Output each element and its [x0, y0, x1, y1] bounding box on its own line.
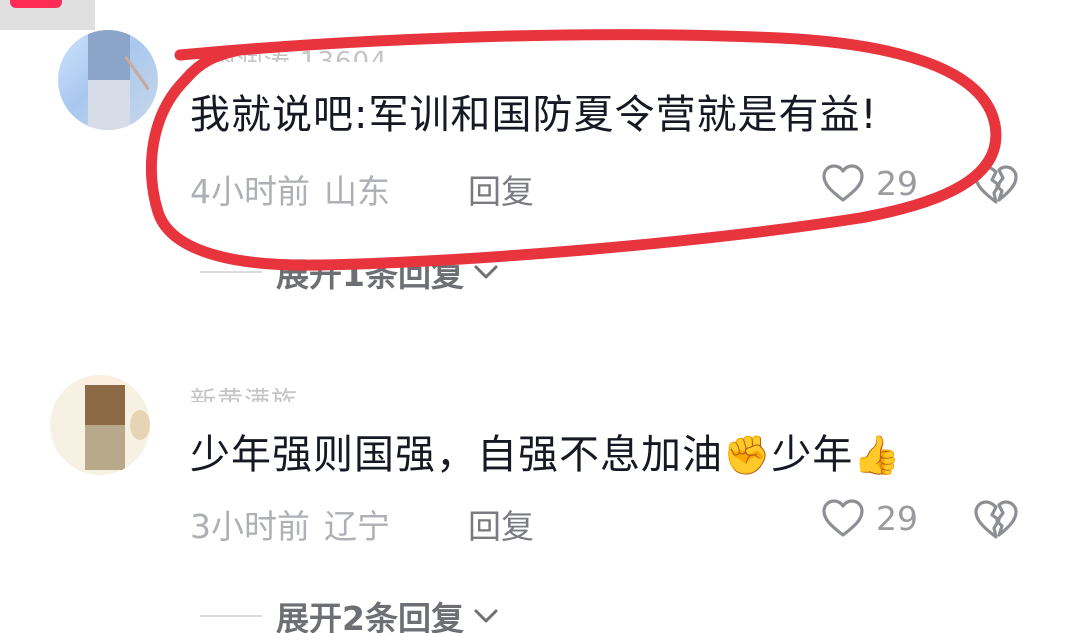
avatar-mosaic — [85, 425, 125, 470]
dislike-button[interactable] — [972, 162, 1020, 210]
chevron-down-icon — [474, 265, 498, 279]
heart-outline-icon — [822, 499, 864, 537]
comment-text-part: 少年 — [771, 432, 854, 478]
expand-replies-label: 展开1条回复 — [276, 255, 464, 294]
fist-emoji: ✊ — [723, 433, 772, 477]
heart-outline-icon — [822, 164, 864, 202]
avatar-mosaic — [85, 385, 125, 425]
comment-item: -·雨润涛 13604 我就说吧:军训和国防夏令营就是有益! 4小时前 山东 回复… — [0, 0, 1080, 320]
divider-line — [200, 271, 262, 273]
chevron-down-icon — [474, 609, 498, 623]
avatar-flower — [130, 410, 150, 440]
expand-replies-button[interactable]: 展开1条回复 — [200, 248, 500, 296]
expand-replies-label: 展开2条回复 — [276, 599, 464, 633]
comment-meta: 3小时前 辽宁 — [190, 500, 390, 548]
avatar-mosaic — [88, 30, 130, 80]
comment-location: 辽宁 — [324, 507, 390, 546]
comment-time: 3小时前 — [190, 507, 310, 546]
comment-location: 山东 — [324, 172, 390, 211]
comment-list: -·雨润涛 13604 我就说吧:军训和国防夏令营就是有益! 4小时前 山东 回复… — [0, 0, 1080, 633]
comment-text[interactable]: 我就说吧:军训和国防夏令营就是有益! — [190, 82, 878, 140]
avatar[interactable] — [58, 30, 158, 130]
thumbs-up-emoji: 👍 — [853, 433, 902, 477]
expand-replies-button[interactable]: 展开2条回复 — [200, 592, 500, 633]
username[interactable]: -·雨润涛 13604 — [190, 40, 388, 62]
comment-text[interactable]: 少年强则国强，自强不息加油✊少年👍 — [190, 422, 902, 480]
comment-time: 4小时前 — [190, 172, 310, 211]
dislike-button[interactable] — [972, 497, 1020, 545]
comment-text-part: 少年强则国强，自强不息加油 — [190, 432, 723, 478]
like-count: 29 — [876, 163, 918, 203]
broken-heart-icon — [974, 500, 1018, 539]
broken-heart-icon — [974, 165, 1018, 204]
comment-meta: 4小时前 山东 — [190, 165, 390, 213]
reply-button[interactable]: 回复 — [468, 500, 534, 548]
reply-button[interactable]: 回复 — [468, 165, 534, 213]
username[interactable]: 新黄满族 — [190, 380, 298, 402]
avatar[interactable] — [50, 375, 150, 475]
like-button[interactable]: 29 — [820, 497, 918, 539]
like-button[interactable]: 29 — [820, 162, 918, 204]
like-count: 29 — [876, 498, 918, 538]
avatar-mosaic — [88, 80, 130, 130]
avatar-mosaic — [85, 375, 125, 385]
divider-line — [200, 615, 262, 617]
comment-item: 新黄满族 少年强则国强，自强不息加油✊少年👍 3小时前 辽宁 回复 29 展开2条… — [0, 330, 1080, 633]
